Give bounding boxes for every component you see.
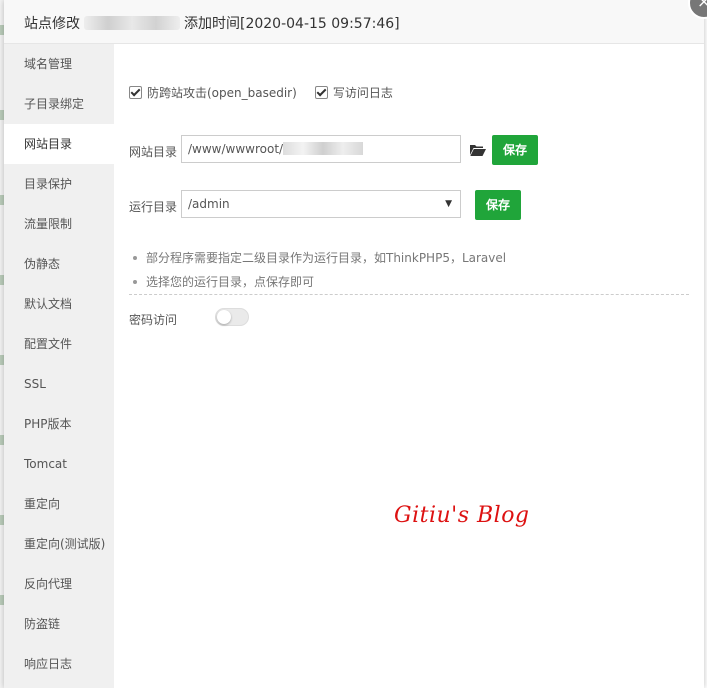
sidebar-item[interactable]: SSL bbox=[4, 364, 114, 404]
redacted-site-name bbox=[84, 16, 180, 30]
site-dir-label: 网站目录 bbox=[129, 145, 178, 159]
sidebar-item[interactable]: 伪静态 bbox=[4, 244, 114, 284]
sidebar-item[interactable]: 网站目录 bbox=[4, 124, 114, 164]
sidebar-item[interactable]: 重定向 bbox=[4, 484, 114, 524]
run-dir-save-button[interactable]: 保存 bbox=[475, 190, 521, 220]
open-basedir-label: 防跨站攻击(open_basedir) bbox=[147, 86, 297, 100]
sidebar-item[interactable]: 目录保护 bbox=[4, 164, 114, 204]
redacted-path bbox=[283, 142, 364, 155]
sidebar-item[interactable]: 流量限制 bbox=[4, 204, 114, 244]
site-edit-dialog: 站点修改 添加时间[2020-04-15 09:57:46] 域名管理 子目录绑定网… bbox=[4, 0, 704, 688]
sidebar-item[interactable]: 重定向(测试版) bbox=[4, 524, 114, 564]
run-dir-selected-value: /admin bbox=[188, 197, 230, 211]
dialog-sidebar: 域名管理 子目录绑定 网站目录 目录保护 流量限制 伪静态 默认文档 配置文件 SSL PHP版本… bbox=[4, 44, 114, 688]
run-dir-select[interactable]: /admin ▼ bbox=[181, 190, 461, 218]
password-access-label: 密码访问 bbox=[129, 313, 178, 327]
sidebar-item[interactable]: 反向代理 bbox=[4, 564, 114, 604]
open-basedir-checkbox[interactable] bbox=[129, 86, 142, 99]
dialog-titlebar: 站点修改 添加时间[2020-04-15 09:57:46] bbox=[4, 0, 704, 44]
checkbox-row: 防跨站攻击(open_basedir) 写访问日志 bbox=[129, 84, 411, 101]
dashed-divider bbox=[129, 294, 689, 295]
dialog-title-prefix: 站点修改 bbox=[24, 16, 80, 32]
sidebar-item[interactable]: 默认文档 bbox=[4, 284, 114, 324]
site-dir-value: /www/wwwroot/ bbox=[188, 142, 284, 156]
sidebar-item[interactable]: 响应日志 bbox=[4, 644, 114, 684]
run-dir-label: 运行目录 bbox=[129, 200, 178, 214]
password-access-toggle[interactable] bbox=[215, 308, 249, 326]
sidebar-item[interactable]: 域名管理 bbox=[4, 44, 114, 84]
sidebar-item[interactable]: 防盗链 bbox=[4, 604, 114, 644]
site-dir-save-button[interactable]: 保存 bbox=[492, 135, 538, 165]
sidebar-item[interactable]: PHP版本 bbox=[4, 404, 114, 444]
sidebar-item[interactable]: 子目录绑定 bbox=[4, 84, 114, 124]
chevron-down-icon: ▼ bbox=[445, 199, 452, 209]
tip-item: 部分程序需要指定二级目录作为运行目录，如ThinkPHP5，Laravel bbox=[129, 251, 689, 275]
dialog-title-suffix: 添加时间[2020-04-15 09:57:46] bbox=[184, 16, 400, 32]
dialog-title: 站点修改 添加时间[2020-04-15 09:57:46] bbox=[24, 13, 400, 33]
access-log-label: 写访问日志 bbox=[332, 86, 393, 100]
tips-list: 部分程序需要指定二级目录作为运行目录，如ThinkPHP5，Laravel 选择… bbox=[129, 251, 689, 299]
watermark-text: Gitiu's Blog bbox=[394, 503, 530, 528]
access-log-checkbox[interactable] bbox=[314, 86, 328, 99]
folder-open-icon[interactable] bbox=[470, 144, 486, 156]
site-dir-input[interactable]: /www/wwwroot/ bbox=[181, 135, 461, 163]
tip-item: 选择您的运行目录，点保存即可 bbox=[129, 275, 689, 299]
sidebar-item[interactable]: Tomcat bbox=[4, 444, 114, 484]
toggle-knob bbox=[217, 310, 231, 324]
sidebar-item[interactable]: 配置文件 bbox=[4, 324, 114, 364]
